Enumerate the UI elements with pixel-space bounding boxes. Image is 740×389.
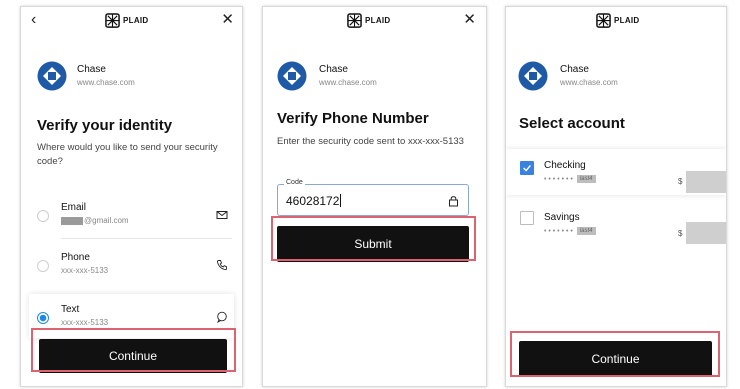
divider <box>61 238 232 239</box>
mail-icon <box>216 211 228 219</box>
page-title: Verify Phone Number <box>277 110 429 127</box>
highlight-box <box>271 216 476 261</box>
phone-icon <box>217 260 227 271</box>
verify-phone-panel: PLAID ✕ Chase www.chase.com Verify Phone… <box>262 6 487 387</box>
page-title: Verify your identity <box>37 117 173 134</box>
brand-text: PLAID <box>365 16 391 25</box>
bank-url: www.chase.com <box>560 78 618 87</box>
redacted-balance <box>686 171 726 193</box>
option-subtitle: xxx-xxx-5133 <box>61 318 109 327</box>
page-prompt: Enter the security code sent to xxx-xxx-… <box>277 136 464 147</box>
chat-bubble-icon <box>216 311 227 323</box>
checkbox-checked[interactable] <box>520 161 534 175</box>
page-title: Select account <box>519 115 625 132</box>
option-subtitle: xxx-xxx-5133 <box>61 266 109 275</box>
option-phone[interactable]: Phone xxx-xxx-5133 <box>21 240 242 288</box>
page-prompt: Where would you like to send your securi… <box>37 142 218 168</box>
option-title: Email <box>61 202 87 213</box>
account-name: Checking <box>544 160 586 171</box>
chase-logo-icon <box>518 61 548 91</box>
lock-icon <box>449 196 458 207</box>
redacted-balance <box>686 222 726 244</box>
last4-chip: last4 <box>576 227 596 235</box>
option-subtitle: @gmail.com <box>61 216 129 225</box>
bank-name: Chase <box>319 64 348 75</box>
text-radio-selected[interactable] <box>37 312 49 324</box>
plaid-logo-icon <box>596 13 611 28</box>
highlight-box <box>31 328 236 372</box>
option-title: Phone <box>61 252 90 263</box>
account-mask: • • • • • • • <box>544 227 573 235</box>
chase-logo-icon <box>277 61 307 91</box>
plaid-logo-icon <box>105 13 120 28</box>
checkbox-unchecked[interactable] <box>520 211 534 225</box>
checkmark-icon <box>523 164 531 172</box>
plaid-logo-icon <box>347 13 362 28</box>
redacted-text <box>61 216 83 225</box>
account-name: Savings <box>544 212 580 223</box>
close-icon[interactable]: ✕ <box>221 12 234 27</box>
phone-radio[interactable] <box>37 260 49 272</box>
account-mask: • • • • • • • <box>544 175 573 183</box>
code-input[interactable]: Code 46028172 <box>277 179 469 216</box>
brand-text: PLAID <box>614 16 640 25</box>
bank-name: Chase <box>560 64 589 75</box>
chase-logo-icon <box>37 61 67 91</box>
code-value: 46028172 <box>286 194 340 208</box>
bank-url: www.chase.com <box>77 78 135 87</box>
close-icon[interactable]: ✕ <box>463 12 476 27</box>
plaid-logo: PLAID <box>596 13 640 28</box>
email-radio[interactable] <box>37 210 49 222</box>
text-caret <box>340 194 342 207</box>
currency-symbol: $ <box>678 177 683 186</box>
account-savings[interactable]: Savings • • • • • • • last4 $ <box>506 203 726 249</box>
highlight-box <box>510 331 720 377</box>
select-account-panel: PLAID Chase www.chase.com Select account… <box>505 6 727 387</box>
account-checking[interactable]: Checking • • • • • • • last4 $ <box>506 149 726 195</box>
plaid-logo: PLAID <box>347 13 391 28</box>
code-label: Code <box>284 179 305 186</box>
option-title: Text <box>61 304 80 315</box>
bank-url: www.chase.com <box>319 78 377 87</box>
brand-text: PLAID <box>123 16 149 25</box>
option-email[interactable]: Email @gmail.com <box>21 190 242 238</box>
plaid-logo: PLAID <box>105 13 149 28</box>
last4-chip: last4 <box>576 175 596 183</box>
bank-name: Chase <box>77 64 106 75</box>
back-chevron-icon[interactable]: ‹ <box>31 12 36 28</box>
currency-symbol: $ <box>678 229 683 238</box>
